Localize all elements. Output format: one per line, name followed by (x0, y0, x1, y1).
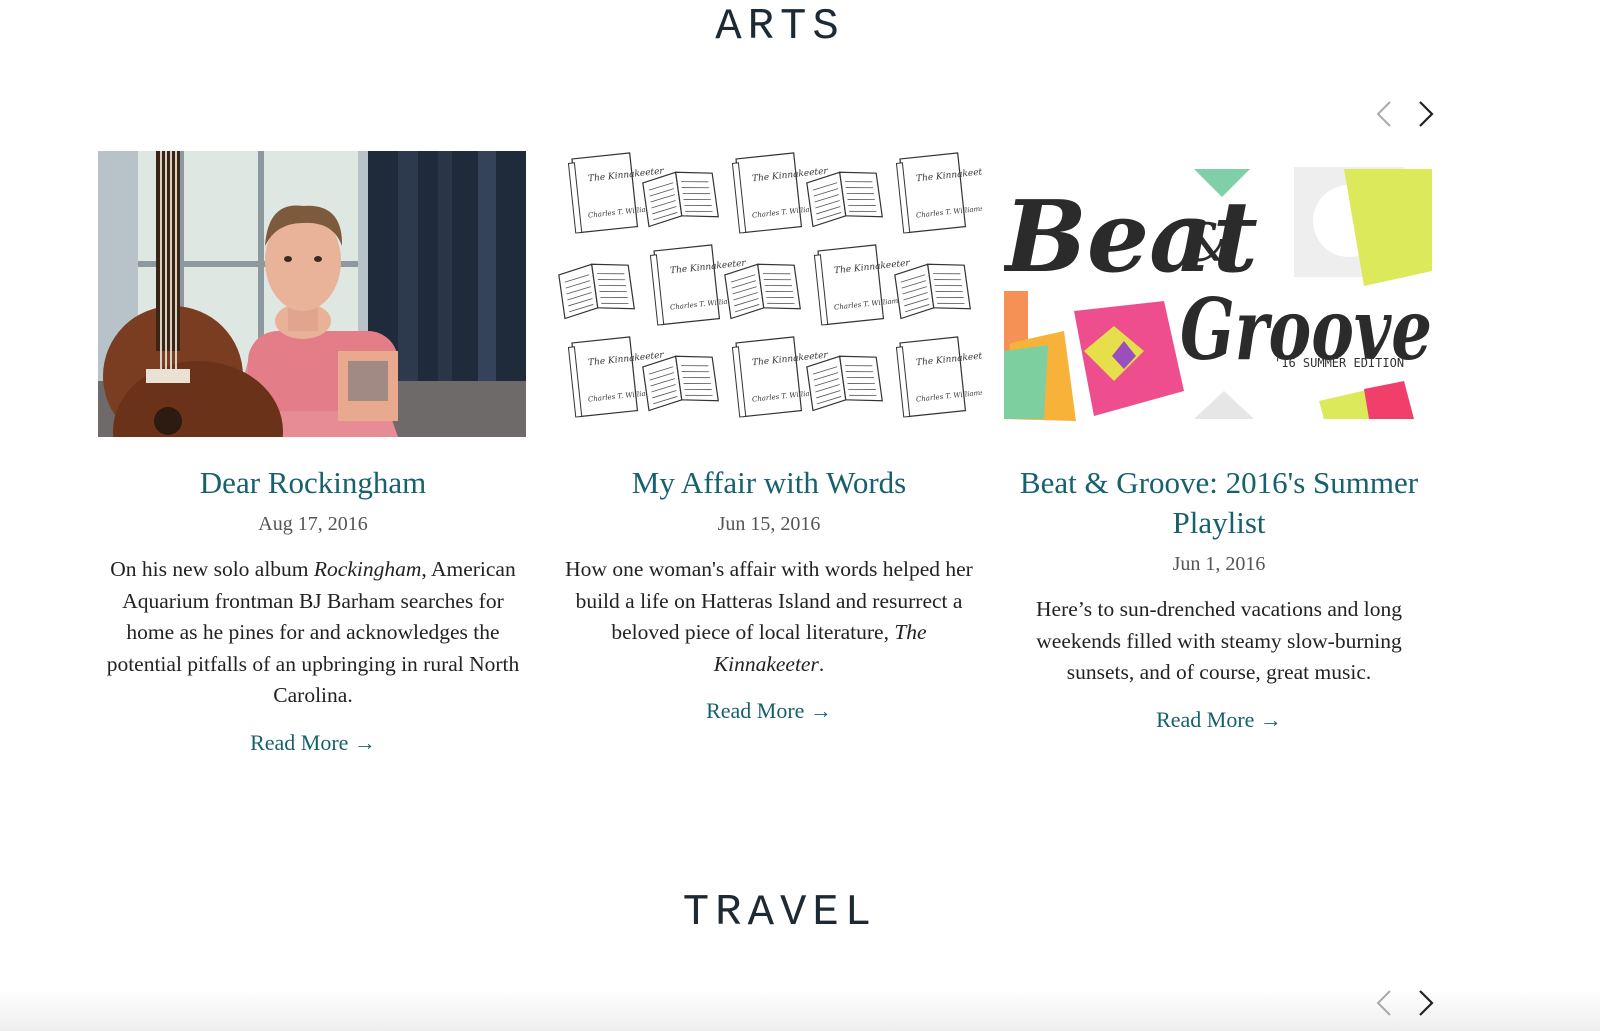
chevron-left-icon (1376, 101, 1391, 127)
chevron-right-icon (1419, 101, 1434, 127)
article-card: Dear Rockingham Aug 17, 2016 On his new … (98, 151, 528, 756)
carousel-next-button[interactable] (1412, 96, 1442, 132)
carousel-nav-travel (1370, 985, 1450, 1025)
article-date: Jun 1, 2016 (1172, 553, 1266, 575)
article-title[interactable]: Dear Rockingham (98, 463, 528, 503)
bottom-fade (0, 990, 1600, 1031)
article-title[interactable]: My Affair with Words (554, 463, 984, 503)
article-image-dear-rockingham[interactable] (98, 151, 526, 437)
carousel-prev-button[interactable] (1370, 96, 1400, 132)
section-title-travel: TRAVEL (682, 888, 878, 938)
article-summary: How one woman's affair with words helped… (565, 557, 973, 676)
book-sketch-pattern: The KinnakeeterCharles T. Williams IIThe… (554, 151, 982, 437)
article-title[interactable]: Beat & Groove: 2016's Summer Playlist (1004, 463, 1434, 543)
read-more-link[interactable]: Read More → (706, 698, 832, 724)
chevron-right-icon (1419, 990, 1434, 1016)
article-card: Beat & Groove '16 SUMMER EDITION Beat & … (1004, 151, 1434, 733)
svg-text:&: & (1184, 214, 1230, 274)
article-image-my-affair-with-words[interactable]: The Kinnakeeter Charles T. Williams II The… (554, 151, 982, 437)
section-title-arts: ARTS (715, 2, 845, 52)
article-image-beat-and-groove[interactable]: Beat & Groove '16 SUMMER EDITION (1004, 151, 1432, 437)
svg-text:'16 SUMMER EDITION: '16 SUMMER EDITION (1274, 356, 1404, 370)
carousel-next-button[interactable] (1412, 985, 1442, 1021)
carousel-prev-button[interactable] (1370, 985, 1400, 1021)
read-more-link[interactable]: Read More → (1156, 707, 1282, 733)
article-date: Aug 17, 2016 (258, 513, 368, 535)
carousel-nav-arts (1370, 96, 1450, 136)
chevron-left-icon (1376, 990, 1391, 1016)
article-card: The Kinnakeeter Charles T. Williams II The… (554, 151, 984, 724)
article-summary: Here’s to sun-drenched vacations and lon… (1036, 597, 1402, 684)
read-more-link[interactable]: Read More → (250, 730, 376, 756)
article-summary: On his new solo album Rockingham, Americ… (106, 557, 520, 707)
article-date: Jun 15, 2016 (717, 513, 821, 535)
